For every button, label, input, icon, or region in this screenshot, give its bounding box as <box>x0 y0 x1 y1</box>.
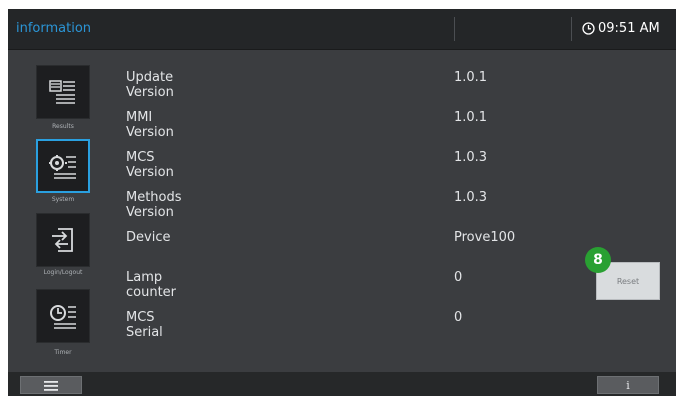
clock-icon <box>582 22 595 35</box>
row-value-mmi-version: 1.0.1 <box>454 110 488 125</box>
row-label-update-version: Update Version <box>126 70 174 100</box>
row-value-lamp-counter: 0 <box>454 270 463 285</box>
top-bar: information 09:51 AM <box>8 9 676 50</box>
page-title: information <box>16 21 92 36</box>
row-label-mcs-version: MCS Version <box>126 150 174 180</box>
row-value-device: Prove100 <box>454 230 516 245</box>
row-label-device: Device <box>126 230 171 245</box>
clock: 09:51 AM <box>582 21 660 36</box>
sidebar-item-results[interactable]: Results <box>30 57 96 133</box>
row-value-mcs-serial: 0 <box>454 310 463 325</box>
info-button[interactable]: i <box>597 376 659 394</box>
info-icon: i <box>626 378 630 392</box>
sidebar-item-label: System <box>51 196 75 203</box>
results-icon <box>36 65 90 119</box>
sidebar-item-label: Login/Logout <box>43 269 83 276</box>
row-value-update-version: 1.0.1 <box>454 70 488 85</box>
timer-icon <box>36 289 90 343</box>
sidebar-item-label: Results <box>52 123 74 130</box>
header-divider <box>571 17 572 41</box>
header-divider <box>454 17 455 41</box>
row-label-methods-version: Methods Version <box>126 190 182 220</box>
row-label-mcs-serial: MCS Serial <box>126 310 163 340</box>
bottom-bar: i <box>8 372 676 396</box>
reset-button-label: Reset <box>616 276 640 286</box>
sidebar-item-label: Timer <box>54 349 72 356</box>
menu-button[interactable] <box>20 376 82 394</box>
row-value-methods-version: 1.0.3 <box>454 190 488 205</box>
sidebar-item-timer[interactable]: Timer <box>30 285 96 361</box>
clock-time: 09:51 AM <box>598 21 660 36</box>
row-value-mcs-version: 1.0.3 <box>454 150 488 165</box>
sidebar-item-system[interactable]: System <box>30 133 96 209</box>
row-label-lamp-counter: Lamp counter <box>126 270 177 300</box>
login-logout-icon <box>36 213 90 267</box>
row-label-mmi-version: MMI Version <box>126 110 174 140</box>
hamburger-icon <box>44 376 58 395</box>
sidebar-item-login-logout[interactable]: Login/Logout <box>30 209 96 285</box>
device-screen: information 09:51 AM Results System Logi… <box>8 9 676 396</box>
system-icon <box>36 139 90 193</box>
callout-badge: 8 <box>585 247 611 273</box>
